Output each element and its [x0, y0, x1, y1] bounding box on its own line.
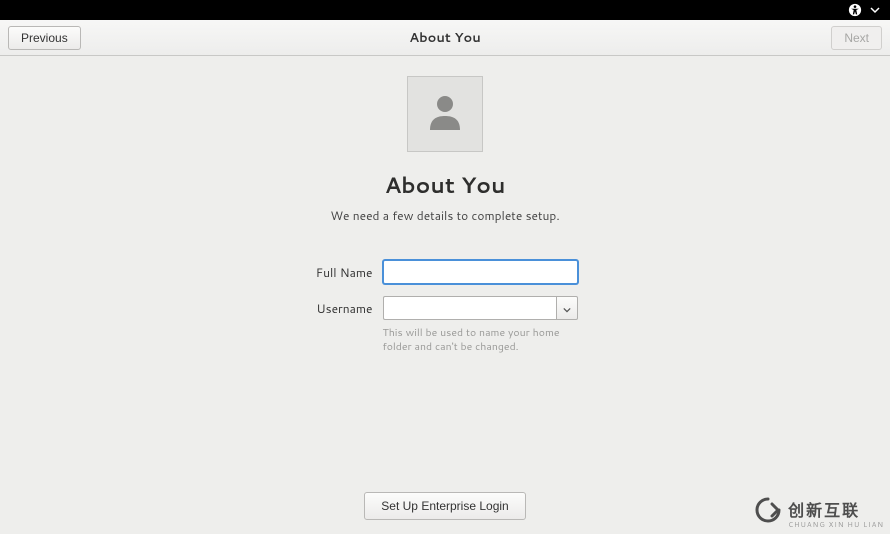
chevron-down-icon[interactable]	[870, 5, 880, 15]
username-combo[interactable]	[383, 296, 578, 320]
chevron-down-icon	[563, 297, 571, 320]
accessibility-icon[interactable]	[848, 3, 862, 17]
full-name-label: Full Name	[313, 264, 373, 281]
next-button[interactable]: Next	[831, 26, 882, 50]
username-hint: This will be used to name your home fold…	[383, 326, 578, 354]
user-details-form: Full Name Username This will be used to …	[313, 260, 578, 354]
page-subheading: We need a few details to complete setup.	[330, 207, 559, 224]
avatar-placeholder[interactable]	[407, 76, 483, 152]
main-content: About You We need a few details to compl…	[0, 56, 890, 534]
header-title: About You	[0, 29, 890, 47]
username-label: Username	[313, 300, 373, 317]
full-name-input[interactable]	[383, 260, 578, 284]
enterprise-login-button[interactable]: Set Up Enterprise Login	[364, 492, 525, 520]
page-heading: About You	[385, 170, 506, 201]
previous-button[interactable]: Previous	[8, 26, 81, 50]
footer-actions: Set Up Enterprise Login	[364, 492, 525, 520]
username-input[interactable]	[383, 296, 556, 320]
top-menu-bar	[0, 0, 890, 20]
header-bar: Previous About You Next	[0, 20, 890, 56]
person-icon	[422, 88, 468, 140]
username-dropdown-button[interactable]	[556, 296, 578, 320]
